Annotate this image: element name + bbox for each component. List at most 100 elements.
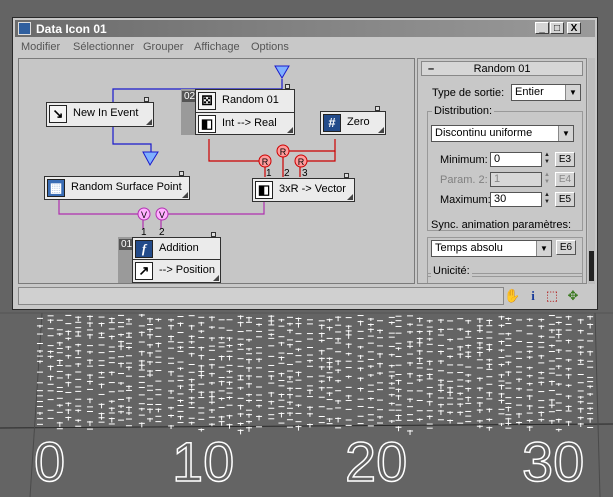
wire-random-to-r bbox=[208, 139, 265, 162]
window-app-icon bbox=[18, 22, 31, 35]
node-corner bbox=[182, 192, 188, 198]
node-random-surface-point[interactable]: ▦ Random Surface Point bbox=[44, 171, 190, 200]
node-port[interactable] bbox=[375, 106, 380, 111]
distribution-dropdown[interactable]: Discontinu uniforme ▼ bbox=[431, 125, 574, 142]
node-corner bbox=[378, 127, 384, 133]
node-label: Addition bbox=[159, 242, 199, 254]
chevron-down-icon: ▼ bbox=[536, 241, 551, 256]
properties-panel: – Random 01 Type de sortie: Entier ▼ Dis… bbox=[417, 58, 587, 284]
chevron-down-icon: ▼ bbox=[558, 126, 573, 141]
converter-icon: ◧ bbox=[255, 181, 273, 199]
node-label: Random 01 bbox=[222, 94, 279, 106]
menu-selectionner[interactable]: Sélectionner bbox=[73, 41, 134, 53]
rollout-title: Random 01 bbox=[473, 63, 531, 75]
graph-editor[interactable]: R R R V V ↘ New In Event 02 ⚄ Random 01 … bbox=[18, 58, 415, 284]
menu-bar: Modifier Sélectionner Grouper Affichage … bbox=[13, 39, 597, 56]
node-corner bbox=[347, 194, 353, 200]
wire-zero-to-r bbox=[283, 139, 336, 152]
distribution-value: Discontinu uniforme bbox=[435, 127, 533, 139]
port-label-2: 2 bbox=[284, 168, 290, 179]
port-label-1: 1 bbox=[266, 168, 272, 179]
select-region-icon[interactable]: ⬚ bbox=[544, 288, 560, 304]
distribution-label: Distribution: bbox=[432, 105, 495, 117]
node-label: Random Surface Point bbox=[71, 181, 182, 193]
close-button[interactable]: X bbox=[567, 22, 581, 34]
viewport-number-10: 10 bbox=[171, 430, 235, 493]
node-port[interactable] bbox=[211, 232, 216, 237]
svg-text:V: V bbox=[141, 210, 147, 220]
minimum-e3-button[interactable]: E3 bbox=[555, 152, 575, 167]
node-port[interactable] bbox=[144, 97, 149, 102]
node-to-position[interactable]: ↗ --> Position bbox=[132, 259, 221, 283]
node-port[interactable] bbox=[179, 171, 184, 176]
maximize-button[interactable]: □ bbox=[550, 22, 564, 34]
event-arrow-icon: ↘ bbox=[49, 105, 67, 123]
maximum-e5-button[interactable]: E5 bbox=[555, 192, 575, 207]
sync-dropdown[interactable]: Temps absolu ▼ bbox=[431, 240, 552, 257]
viewport-number-20: 20 bbox=[344, 430, 408, 493]
node-vector[interactable]: 1 2 3 ◧ 3xR -> Vector bbox=[252, 168, 355, 202]
function-icon: f bbox=[135, 240, 153, 258]
node-corner bbox=[287, 127, 293, 133]
node-zero[interactable]: # Zero bbox=[320, 106, 386, 135]
output-type-label: Type de sortie: bbox=[432, 87, 505, 99]
menu-options[interactable]: Options bbox=[251, 41, 289, 53]
node-addition[interactable]: 1 2 f Addition bbox=[132, 227, 221, 260]
viewport-number-30: 30 bbox=[521, 430, 585, 493]
rollout-header[interactable]: – Random 01 bbox=[421, 61, 583, 76]
maximum-spinner[interactable]: ▲ ▼ bbox=[543, 192, 551, 207]
svg-text:R: R bbox=[280, 147, 287, 157]
minimize-button[interactable]: _ bbox=[535, 22, 549, 34]
node-port[interactable] bbox=[285, 84, 290, 89]
navigate-icon[interactable]: ✥ bbox=[565, 288, 581, 304]
chevron-down-icon: ▼ bbox=[565, 85, 580, 100]
param2-e4-button[interactable]: E4 bbox=[555, 172, 575, 187]
converter-icon: ◧ bbox=[198, 115, 216, 133]
converter-r-1: R bbox=[258, 154, 272, 168]
menu-modifier[interactable]: Modifier bbox=[21, 41, 60, 53]
node-label: --> Position bbox=[159, 264, 215, 276]
svg-text:V: V bbox=[159, 210, 165, 220]
minimum-input[interactable]: 0 bbox=[490, 152, 542, 167]
output-type-dropdown[interactable]: Entier ▼ bbox=[511, 84, 581, 101]
param2-input[interactable]: 1 bbox=[490, 172, 542, 187]
node-random01[interactable]: ⚄ Random 01 bbox=[195, 84, 295, 113]
hand-icon[interactable]: ✋ bbox=[504, 288, 520, 304]
converter-r-3: R bbox=[294, 154, 308, 168]
menu-grouper[interactable]: Grouper bbox=[143, 41, 183, 53]
node-corner bbox=[146, 119, 152, 125]
title-bar[interactable]: Data Icon 01 _ □ X bbox=[15, 20, 595, 37]
panel-scrollbar[interactable] bbox=[588, 58, 595, 284]
menu-affichage[interactable]: Affichage bbox=[194, 41, 240, 53]
node-int-to-real[interactable]: ◧ Int --> Real bbox=[195, 112, 295, 135]
unicity-label: Unicité: bbox=[431, 265, 472, 277]
status-bar bbox=[18, 287, 504, 305]
converter-r-2: R bbox=[276, 144, 290, 158]
node-port[interactable] bbox=[344, 173, 349, 178]
dice-icon: ⚄ bbox=[198, 92, 216, 110]
node-label: New In Event bbox=[73, 107, 139, 119]
minimum-spinner[interactable]: ▲ ▼ bbox=[543, 152, 551, 167]
maximum-input[interactable]: 30 bbox=[490, 192, 542, 207]
node-new-in-event[interactable]: ↘ New In Event bbox=[46, 97, 154, 127]
viewport-number-0: 0 bbox=[33, 430, 66, 493]
data-icon-window: Data Icon 01 _ □ X Modifier Sélectionner… bbox=[12, 17, 598, 310]
maximum-label: Maximum: bbox=[440, 194, 491, 206]
hash-icon: # bbox=[323, 114, 341, 132]
node-label: Int --> Real bbox=[222, 117, 277, 129]
port-label-3: 3 bbox=[302, 168, 308, 179]
info-icon[interactable]: i bbox=[525, 288, 541, 304]
wire-surface-to-addition bbox=[58, 199, 144, 215]
param2-label: Param. 2: bbox=[440, 174, 488, 186]
window-title: Data Icon 01 bbox=[36, 22, 107, 36]
position-arrow-icon: ↗ bbox=[135, 262, 153, 280]
minimum-label: Minimum: bbox=[440, 154, 488, 166]
sync-value: Temps absolu bbox=[435, 242, 503, 254]
sync-e6-button[interactable]: E6 bbox=[556, 240, 576, 255]
converter-v-2: V bbox=[155, 207, 169, 221]
scrollbar-thumb[interactable] bbox=[589, 251, 594, 281]
node-label: 3xR -> Vector bbox=[279, 183, 346, 195]
svg-text:R: R bbox=[298, 157, 305, 167]
param2-spinner[interactable]: ▲ ▼ bbox=[543, 172, 551, 187]
wire-zero-to-r2 bbox=[307, 151, 336, 162]
